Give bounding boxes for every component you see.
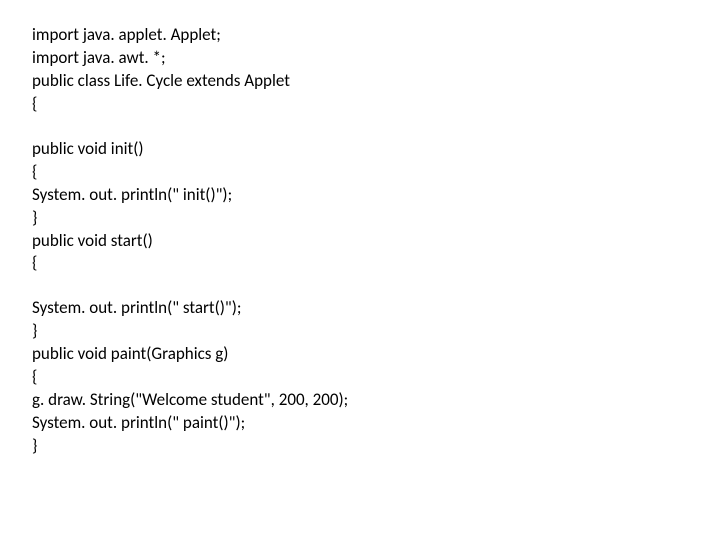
code-line: import java. applet. Applet; [32, 24, 720, 47]
code-block: import java. applet. Applet; import java… [0, 0, 720, 458]
blank-line [32, 116, 720, 138]
code-line: } [32, 207, 720, 230]
code-line: public void start() [32, 230, 720, 253]
code-line: import java. awt. *; [32, 47, 720, 70]
code-line: } [32, 320, 720, 343]
code-line: System. out. println(" init()"); [32, 184, 720, 207]
code-line: { [32, 93, 720, 116]
code-line: System. out. println(" start()"); [32, 297, 720, 320]
code-line: { [32, 366, 720, 389]
code-line: } [32, 435, 720, 458]
code-line: public class Life. Cycle extends Applet [32, 70, 720, 93]
code-line: System. out. println(" paint()"); [32, 412, 720, 435]
code-line: public void init() [32, 138, 720, 161]
code-line: public void paint(Graphics g) [32, 343, 720, 366]
blank-line [32, 275, 720, 297]
code-line: { [32, 252, 720, 275]
code-line: g. draw. String("Welcome student", 200, … [32, 389, 720, 412]
code-line: { [32, 161, 720, 184]
